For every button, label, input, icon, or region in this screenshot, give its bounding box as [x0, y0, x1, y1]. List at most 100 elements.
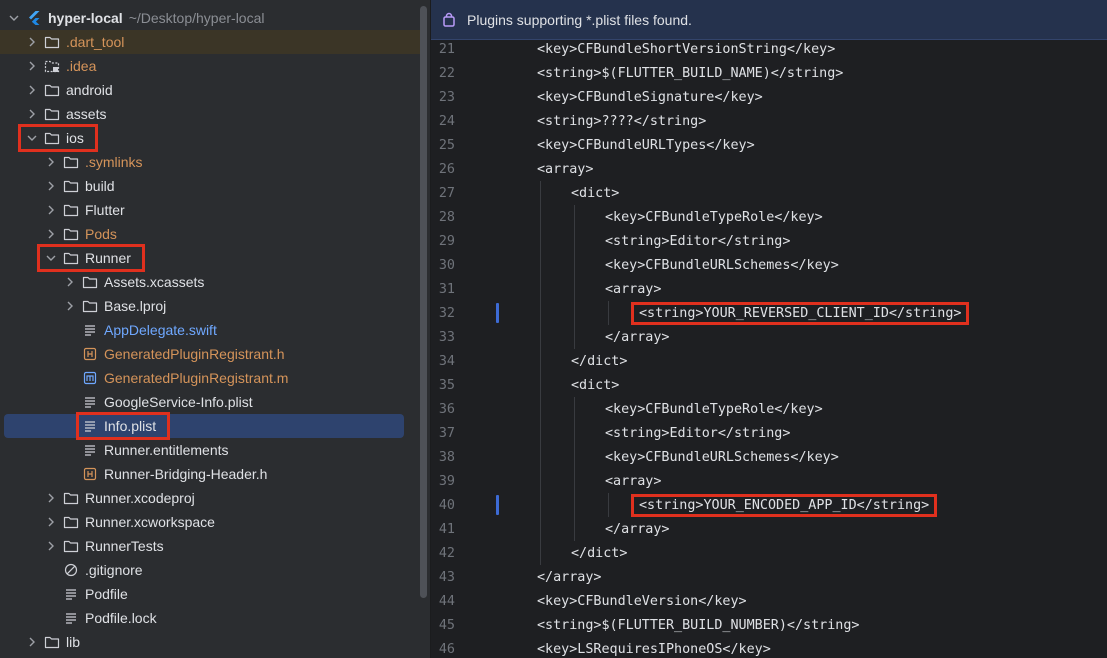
tree-item[interactable]: GeneratedPluginRegistrant.m [0, 366, 420, 390]
chevron-right-icon[interactable] [62, 274, 78, 290]
code-line[interactable]: 27 <dict> [431, 181, 1107, 205]
tree-item[interactable]: Assets.xcassets [0, 270, 420, 294]
code-line[interactable]: 23 <key>CFBundleSignature</key> [431, 85, 1107, 109]
chevron-right-icon[interactable] [24, 634, 40, 650]
chevron-right-icon[interactable] [24, 82, 40, 98]
chevron-down-icon[interactable] [43, 250, 59, 266]
line-number: 29 [438, 233, 455, 249]
code-line[interactable]: 29 <string>Editor</string> [431, 229, 1107, 253]
tree-item[interactable]: android [0, 78, 420, 102]
code-line[interactable]: 44 <key>CFBundleVersion</key> [431, 589, 1107, 613]
tree-item[interactable]: GeneratedPluginRegistrant.h [0, 342, 420, 366]
tree-item[interactable]: AppDelegate.swift [0, 318, 420, 342]
code-line[interactable]: 46 <key>LSRequiresIPhoneOS</key> [431, 637, 1107, 658]
chevron-right-icon[interactable] [24, 34, 40, 50]
code-line[interactable]: 35 <dict> [431, 373, 1107, 397]
code-text: </dict> [571, 545, 628, 561]
tree-item[interactable]: Pods [0, 222, 420, 246]
tree-item-label: GoogleService-Info.plist [104, 394, 253, 410]
line-number: 23 [438, 89, 455, 105]
indent-guide [540, 373, 541, 397]
code-line[interactable]: 31 <array> [431, 277, 1107, 301]
vcs-change-marker[interactable] [496, 303, 499, 323]
indent-guide [574, 277, 575, 301]
chevron-right-icon[interactable] [43, 538, 59, 554]
chevron-right-icon[interactable] [43, 514, 59, 530]
code-line[interactable]: 36 <key>CFBundleTypeRole</key> [431, 397, 1107, 421]
chevron-right-icon[interactable] [24, 58, 40, 74]
tree-item[interactable]: .symlinks [0, 150, 420, 174]
tree-item[interactable]: Podfile [0, 582, 420, 606]
tree-item[interactable]: ios [0, 126, 420, 150]
line-number: 35 [438, 377, 455, 393]
tree-item[interactable]: Podfile.lock [0, 606, 420, 630]
code-line[interactable]: 28 <key>CFBundleTypeRole</key> [431, 205, 1107, 229]
code-line[interactable]: 38 <key>CFBundleURLSchemes</key> [431, 445, 1107, 469]
code-line[interactable]: 24 <string>????</string> [431, 109, 1107, 133]
project-root[interactable]: hyper-local ~/Desktop/hyper-local [0, 6, 420, 30]
code-text: <array> [605, 281, 662, 297]
chevron-right-icon[interactable] [43, 202, 59, 218]
code-text: <key>CFBundleURLTypes</key> [537, 137, 755, 153]
code-line[interactable]: 30 <key>CFBundleURLSchemes</key> [431, 253, 1107, 277]
tree-item[interactable]: lib [0, 630, 420, 654]
code-line[interactable]: 41 </array> [431, 517, 1107, 541]
folder-icon [82, 298, 98, 314]
code-line[interactable]: 25 <key>CFBundleURLTypes</key> [431, 133, 1107, 157]
tree-scrollbar[interactable] [420, 6, 427, 598]
objc-file-icon [82, 370, 98, 386]
line-number: 42 [438, 545, 455, 561]
code-line[interactable]: 43 </array> [431, 565, 1107, 589]
tree-item[interactable]: Runner.entitlements [0, 438, 420, 462]
chevron-down-icon[interactable] [6, 10, 22, 26]
code-line[interactable]: 39 <array> [431, 469, 1107, 493]
vcs-change-marker[interactable] [496, 495, 499, 515]
tree-item[interactable]: build [0, 174, 420, 198]
tree-item[interactable]: RunnerTests [0, 534, 420, 558]
code-text: </dict> [571, 353, 628, 369]
chevron-right-icon[interactable] [24, 106, 40, 122]
tree-item[interactable]: .gitignore [0, 558, 420, 582]
indent-guide [540, 421, 541, 445]
code-line[interactable]: 21 <key>CFBundleShortVersionString</key> [431, 37, 1107, 61]
code-line[interactable]: 42 </dict> [431, 541, 1107, 565]
indent-guide [574, 325, 575, 349]
code-text: <string>YOUR_REVERSED_CLIENT_ID</string> [639, 305, 962, 321]
tree-item[interactable]: Base.lproj [0, 294, 420, 318]
tree-item[interactable]: .dart_tool [0, 30, 420, 54]
chevron-right-icon[interactable] [43, 226, 59, 242]
indent-guide [574, 301, 575, 325]
line-number: 21 [438, 41, 455, 57]
chevron-right-icon[interactable] [43, 154, 59, 170]
indent-guide [574, 421, 575, 445]
code-line[interactable]: 34 </dict> [431, 349, 1107, 373]
code-line[interactable]: 33 </array> [431, 325, 1107, 349]
tree-item[interactable]: assets [0, 102, 420, 126]
chevron-down-icon[interactable] [24, 130, 40, 146]
code-text: <key>CFBundleShortVersionString</key> [537, 41, 836, 57]
project-path: ~/Desktop/hyper-local [128, 10, 265, 26]
code-line[interactable]: 45 <string>$(FLUTTER_BUILD_NUMBER)</strin… [431, 613, 1107, 637]
code-line[interactable]: 26 <array> [431, 157, 1107, 181]
code-line[interactable]: 37 <string>Editor</string> [431, 421, 1107, 445]
chevron-right-icon[interactable] [43, 178, 59, 194]
tree-item-label: Assets.xcassets [104, 274, 205, 290]
tree-item[interactable]: .idea [0, 54, 420, 78]
code-line[interactable]: 40 <string>YOUR_ENCODED_APP_ID</string> [431, 493, 1107, 517]
tree-item[interactable]: Runner.xcworkspace [0, 510, 420, 534]
folder-icon [63, 538, 79, 554]
code-text: <string>YOUR_ENCODED_APP_ID</string> [639, 497, 930, 513]
tree-item-label: Flutter [85, 202, 125, 218]
tree-item[interactable]: Flutter [0, 198, 420, 222]
tree-item[interactable]: Info.plist [4, 414, 404, 438]
code-line[interactable]: 22 <string>$(FLUTTER_BUILD_NAME)</string> [431, 61, 1107, 85]
tree-item[interactable]: Runner.xcodeproj [0, 486, 420, 510]
chevron-right-icon[interactable] [43, 490, 59, 506]
chevron-right-icon[interactable] [62, 298, 78, 314]
code-editor[interactable]: Plugins supporting *.plist files found. … [431, 0, 1107, 658]
tree-item[interactable]: Runner-Bridging-Header.h [0, 462, 420, 486]
tree-item[interactable]: Runner [0, 246, 420, 270]
code-line[interactable]: 32 <string>YOUR_REVERSED_CLIENT_ID</strin… [431, 301, 1107, 325]
tree-item[interactable]: GoogleService-Info.plist [0, 390, 420, 414]
tree-item-label: .dart_tool [66, 34, 125, 50]
